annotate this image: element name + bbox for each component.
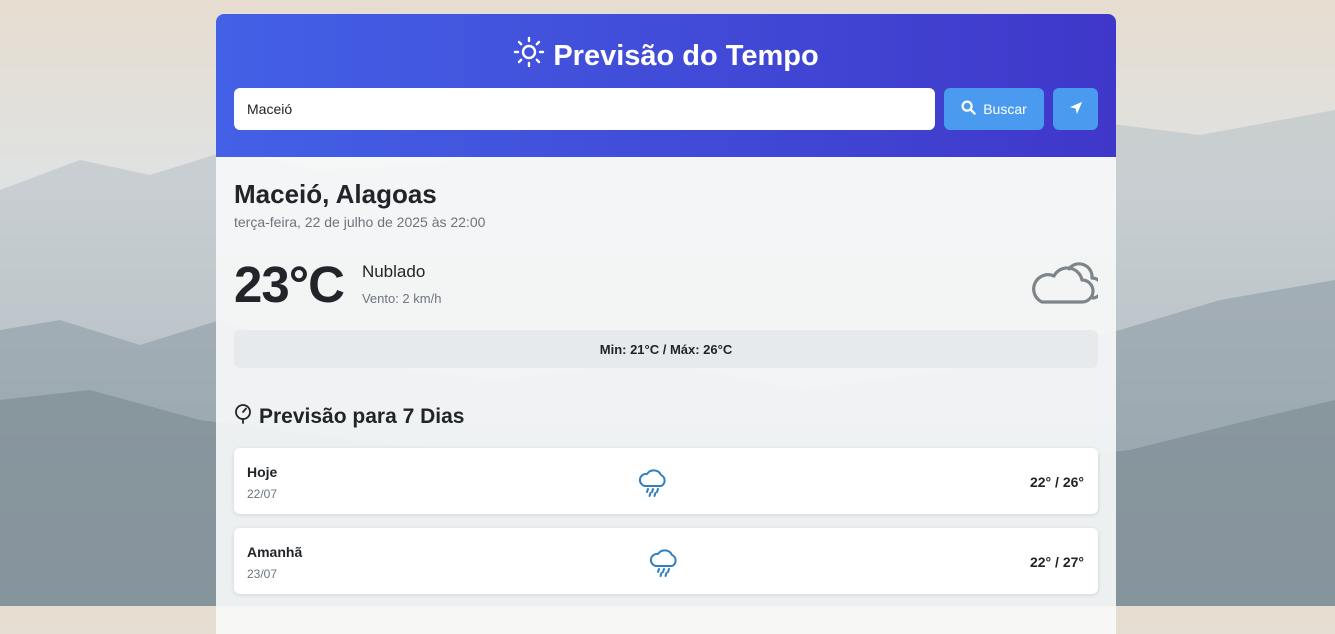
forecast-day-name: Hoje xyxy=(247,464,278,480)
search-icon xyxy=(961,100,976,118)
city-name: Maceió, Alagoas xyxy=(234,179,437,209)
header: Previsão do Tempo Buscar xyxy=(216,14,1116,157)
current-conditions: 23°C Nublado Vento: 2 km/h xyxy=(234,252,1104,316)
forecast-title-text: Previsão para 7 Dias xyxy=(259,405,465,428)
wind-text: Vento: 2 km/h xyxy=(361,291,442,306)
sun-icon xyxy=(513,36,545,76)
search-button[interactable]: Buscar xyxy=(944,88,1044,130)
forecast-list: Hoje 22/07 22° / 26° Amanhã 23/07 22° / … xyxy=(234,448,1098,594)
condition-block: Nublado Vento: 2 km/h xyxy=(362,262,442,306)
forecast-heading: Previsão para 7 Dias xyxy=(234,404,1098,430)
location-arrow-icon xyxy=(1069,101,1083,118)
current-temperature: 23°C xyxy=(234,255,345,313)
forecast-day-date: 23/07 xyxy=(247,567,278,581)
date-time: terça-feira, 22 de julho de 2025 às 22:0… xyxy=(234,214,486,230)
forecast-day: Hoje 22/07 22° / 26° xyxy=(234,448,1098,514)
weather-card: Previsão do Tempo Buscar Maceió, Alagoas… xyxy=(216,14,1116,634)
search-button-label: Buscar xyxy=(983,101,1027,117)
forecast-day-name: Amanhã xyxy=(247,544,303,560)
forecast-day-temps: 22° / 27° xyxy=(1029,554,1084,570)
use-location-button[interactable] xyxy=(1053,88,1098,130)
rain-cloud-icon xyxy=(637,468,669,503)
condition-text: Nublado xyxy=(361,262,426,281)
current-weather: Maceió, Alagoas terça-feira, 22 de julho… xyxy=(216,157,1116,594)
rain-cloud-icon xyxy=(648,548,680,583)
app-title: Previsão do Tempo xyxy=(216,36,1116,76)
forecast-day-date: 22/07 xyxy=(247,487,278,501)
forecast-day: Amanhã 23/07 22° / 27° xyxy=(234,528,1098,594)
min-max-temperature: Min: 21°C / Máx: 26°C xyxy=(234,330,1098,368)
city-search-input[interactable] xyxy=(234,88,935,130)
app-title-text: Previsão do Tempo xyxy=(553,39,819,72)
forecast-day-temps: 22° / 26° xyxy=(1029,474,1084,490)
thermometer-gauge-icon xyxy=(234,404,252,430)
cloud-icon xyxy=(1028,258,1104,311)
search-row: Buscar xyxy=(234,88,1098,130)
